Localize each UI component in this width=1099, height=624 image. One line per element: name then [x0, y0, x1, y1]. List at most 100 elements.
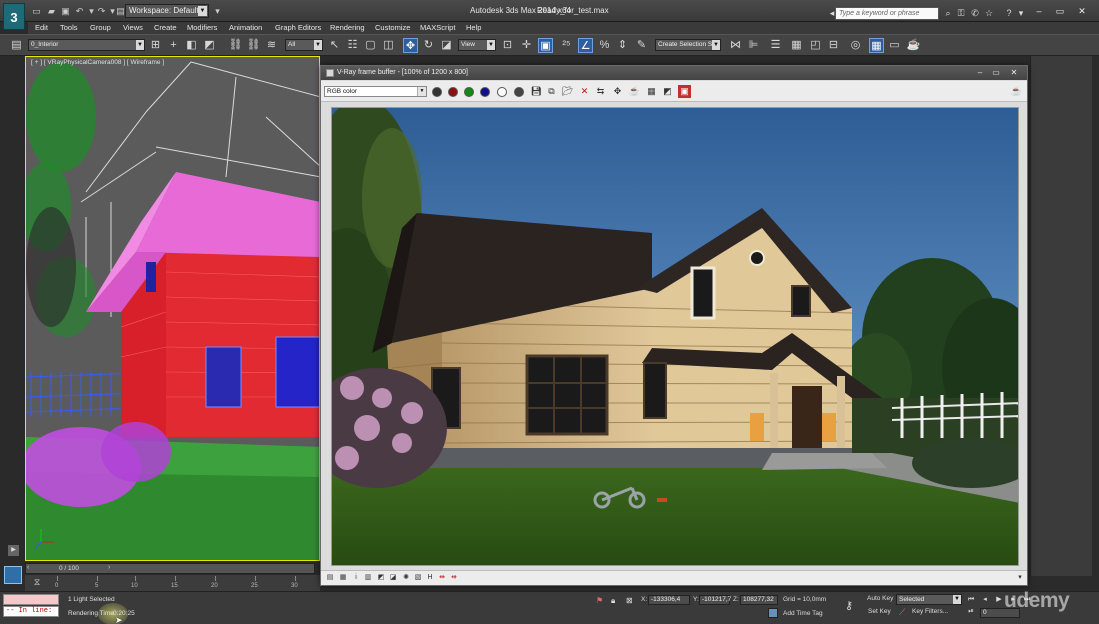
mini-curve-editor-icon[interactable] — [4, 566, 22, 584]
play-icon[interactable]: ▶ — [994, 595, 1004, 605]
angle-snap-icon[interactable]: ∠ — [578, 38, 593, 53]
favorites-star-icon[interactable]: ☆ — [983, 7, 995, 19]
save-image-icon[interactable]: 💾︎ — [530, 85, 543, 98]
menu-tools[interactable]: Tools — [60, 23, 78, 32]
menu-modifiers[interactable]: Modifiers — [187, 23, 217, 32]
alpha-channel-icon[interactable] — [497, 87, 507, 97]
region-render-icon[interactable]: ☕ — [628, 85, 641, 98]
set-key-button[interactable]: Set Key — [868, 608, 891, 615]
lut-icon[interactable]: ▧ — [413, 573, 423, 583]
perspective-viewport[interactable] — [25, 56, 320, 561]
hsv-icon[interactable]: H — [425, 573, 435, 583]
menu-edit[interactable]: Edit — [35, 23, 48, 32]
viewport-label[interactable]: [ + ] [ VRayPhysicalCamera008 ] [ Wirefr… — [31, 59, 164, 66]
next-frame-icon[interactable]: › — [108, 564, 110, 571]
snaps-toggle-icon[interactable]: ²⁵ — [559, 38, 574, 53]
mirror-icon[interactable]: ⋈ — [728, 38, 743, 53]
red-channel-icon[interactable] — [448, 87, 458, 97]
menu-views[interactable]: Views — [123, 23, 143, 32]
key-mode-toggle-icon[interactable]: ⏯ — [966, 607, 976, 617]
render-production-icon[interactable]: ☕ — [906, 38, 921, 53]
vfb-close-icon[interactable]: ✕ — [1007, 67, 1021, 78]
selection-lock-icon[interactable]: 🔒︎ — [611, 596, 615, 606]
add-time-tag-button[interactable]: Add Time Tag — [783, 610, 823, 617]
key-mode-icon[interactable]: ⟋ — [899, 607, 905, 618]
set-key-icon[interactable]: ⚷ — [845, 599, 853, 612]
blue-channel-icon[interactable] — [480, 87, 490, 97]
levels-icon[interactable]: ◩ — [376, 573, 386, 583]
edit-named-selection-icon[interactable]: ✎ — [634, 38, 649, 53]
named-selection-dropdown[interactable]: Create Selection Se ▼ — [655, 39, 721, 51]
rectangular-selection-icon[interactable]: ▢ — [363, 38, 378, 53]
percent-snap-icon[interactable]: % — [597, 38, 612, 53]
menu-customize[interactable]: Customize — [375, 23, 410, 32]
absolute-mode-icon[interactable]: ⊠ — [626, 596, 633, 605]
create-layer-icon[interactable]: + — [166, 38, 181, 53]
histogram-icon[interactable]: ▥ — [363, 573, 373, 583]
rendered-image[interactable] — [331, 107, 1019, 566]
link-to-3dsmax-icon[interactable]: ◩ — [661, 85, 674, 98]
save-file-icon[interactable]: ▣ — [59, 5, 72, 17]
menu-graph-editors[interactable]: Graph Editors — [275, 23, 321, 32]
layer-add-icon[interactable]: ⊞ — [148, 38, 163, 53]
scene-explorer-icon[interactable]: ☰ — [768, 38, 783, 53]
help-icon[interactable]: ? — [1003, 7, 1015, 19]
menu-rendering[interactable]: Rendering — [330, 23, 365, 32]
menu-maxscript[interactable]: MAXScript — [420, 23, 455, 32]
help-dropdown-icon[interactable]: ▾ — [1015, 7, 1027, 19]
render-icon[interactable]: ☕ — [1010, 85, 1023, 98]
new-file-icon[interactable]: ▭ — [30, 5, 43, 17]
go-to-start-icon[interactable]: ⏮ — [966, 595, 976, 605]
previous-frame-icon[interactable]: ◂ — [980, 595, 990, 605]
track-bar[interactable]: ⧖ 0 5 10 15 20 25 30 — [25, 575, 320, 591]
command-panel[interactable] — [1030, 56, 1092, 576]
unlink-icon[interactable]: ⛓ — [246, 38, 261, 53]
select-object-icon[interactable]: ↖ — [327, 38, 342, 53]
time-tag-icon[interactable] — [768, 608, 778, 618]
render-setup-icon[interactable]: ▦ — [869, 38, 884, 53]
y-coord-field[interactable]: -101217,7 — [699, 595, 731, 605]
subscription-key-icon[interactable]: ⚿ — [955, 7, 967, 19]
workspace-dropdown[interactable]: Workspace: Default ▼ — [125, 4, 209, 18]
track-mouse-icon[interactable]: ✥ — [611, 85, 624, 98]
render-last-icon[interactable]: ▦ — [645, 85, 658, 98]
select-and-scale-icon[interactable]: ◪ — [439, 38, 454, 53]
vray-frame-buffer-window[interactable]: V-Ray frame buffer - [100% of 1200 x 800… — [320, 65, 1028, 586]
menu-group[interactable]: Group — [90, 23, 111, 32]
key-filter-selection-dropdown[interactable]: Selected ▼ — [896, 594, 962, 605]
stop-render-icon[interactable]: ▣ — [678, 85, 691, 98]
key-filters-button[interactable]: Key Filters... — [912, 608, 948, 615]
select-and-link-icon[interactable]: ⛓ — [228, 38, 243, 53]
select-manipulate-icon[interactable]: ✛ — [519, 38, 534, 53]
vfb-maximize-icon[interactable]: ▭ — [989, 67, 1003, 78]
open-curve-editor-icon[interactable]: ⧖ — [30, 575, 44, 589]
curve-editor-icon[interactable]: ◰ — [808, 38, 823, 53]
communication-center-icon[interactable]: ✆ — [969, 7, 981, 19]
reference-coordinate-dropdown[interactable]: View ▼ — [458, 39, 496, 51]
mono-channel-icon[interactable] — [514, 87, 524, 97]
prev-frame-icon[interactable]: ‹ — [27, 564, 29, 571]
maximize-icon[interactable]: ▭ — [1051, 4, 1069, 18]
workspace-options-icon[interactable]: ▾ — [211, 5, 224, 17]
show-rgb-icon[interactable] — [432, 87, 442, 97]
close-icon[interactable]: ✕ — [1073, 4, 1091, 18]
select-and-move-icon[interactable]: ✥ — [403, 38, 418, 53]
selection-filter-dropdown[interactable]: All ▼ — [285, 39, 323, 51]
schematic-view-icon[interactable]: ⊟ — [826, 38, 841, 53]
x-coord-field[interactable]: -133306,4 — [648, 595, 690, 605]
auto-key-button[interactable]: Auto Key — [867, 595, 893, 602]
material-editor-icon[interactable]: ◎ — [848, 38, 863, 53]
z-coord-field[interactable]: 108277,32 — [740, 595, 778, 605]
menu-animation[interactable]: Animation — [229, 23, 262, 32]
layer-properties-icon[interactable]: ◩ — [202, 38, 217, 53]
search-input[interactable]: Type a keyword or phrase — [835, 7, 939, 20]
align-icon[interactable]: ⊫ — [746, 38, 761, 53]
spinner-snap-icon[interactable]: ⇕ — [615, 38, 630, 53]
compare-toggle-icon[interactable]: ⇺ — [449, 573, 459, 583]
layer-explorer-icon[interactable]: ▦ — [789, 38, 804, 53]
app-logo-icon[interactable]: 3 — [3, 3, 25, 30]
curve-icon[interactable]: ◪ — [388, 573, 398, 583]
vfb-title-bar[interactable]: V-Ray frame buffer - [100% of 1200 x 800… — [321, 66, 1027, 80]
save-all-channels-icon[interactable]: ⧉ — [545, 85, 558, 98]
select-by-name-icon[interactable]: ☷ — [345, 38, 360, 53]
